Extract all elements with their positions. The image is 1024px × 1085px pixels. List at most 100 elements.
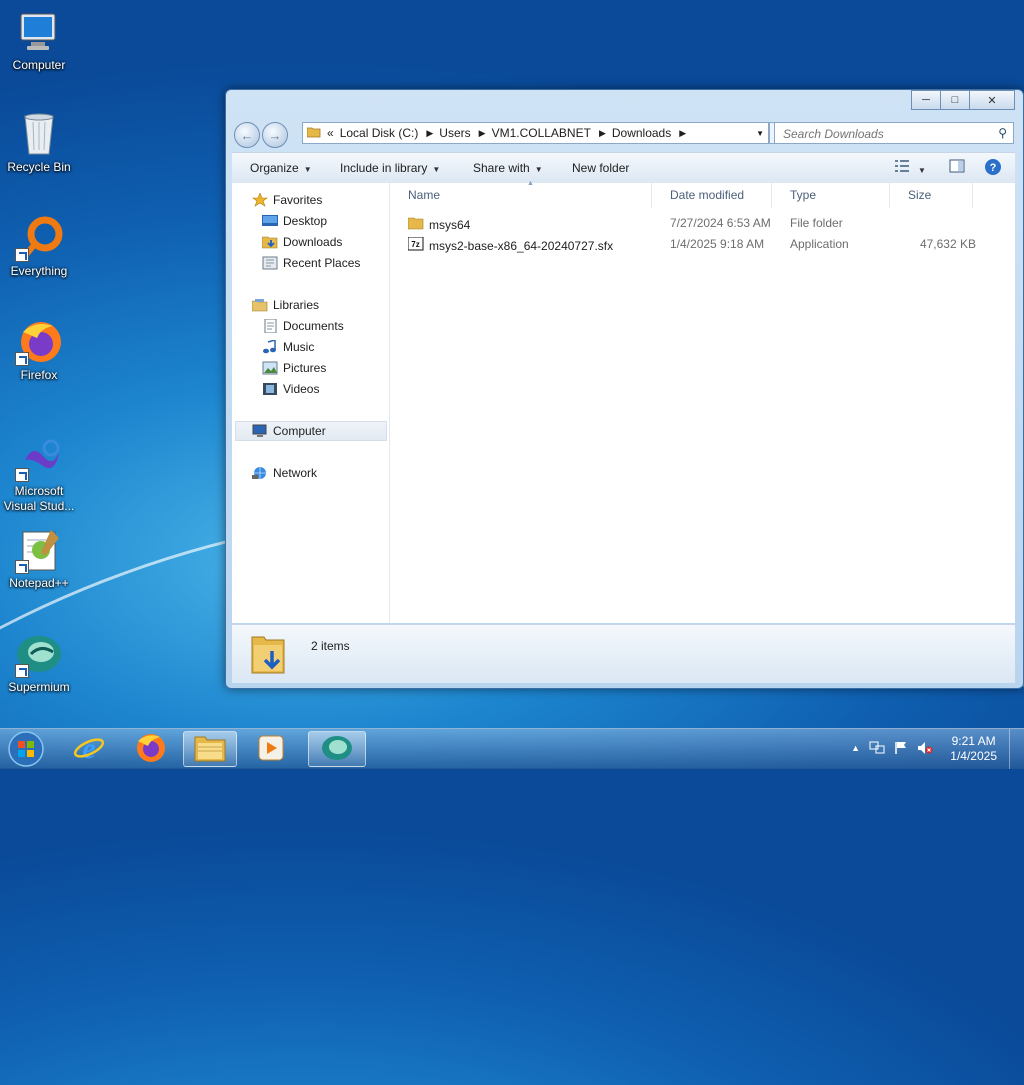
desktop-icon-label: Computer xyxy=(12,58,66,72)
libraries-icon xyxy=(251,298,268,312)
folder-icon xyxy=(407,216,424,233)
desktop-icon-label: Notepad++ xyxy=(9,576,69,590)
supermium-icon xyxy=(321,734,353,765)
file-type: File folder xyxy=(790,216,843,230)
taskbar-internet-explorer[interactable]: e xyxy=(62,731,116,767)
media-player-icon xyxy=(256,733,286,766)
desktop-icon-supermium[interactable]: Supermium xyxy=(0,630,78,695)
desktop-icon-computer[interactable]: Computer xyxy=(0,8,78,73)
pictures-icon xyxy=(262,361,278,375)
back-button[interactable]: ← xyxy=(234,122,260,148)
address-dropdown-icon[interactable]: ▼ xyxy=(756,129,764,138)
nav-item-pictures[interactable]: Pictures xyxy=(262,361,326,375)
help-button[interactable]: ? xyxy=(984,158,1002,179)
taskbar-media-player[interactable] xyxy=(244,731,298,767)
desktop-icon-visual-studio[interactable]: Microsoft Visual Stud... xyxy=(0,434,78,514)
shortcut-arrow-icon xyxy=(15,664,29,678)
desktop-icon-label: Recycle Bin xyxy=(7,160,71,174)
desktop-icon-notepad-plus-plus[interactable]: Notepad++ xyxy=(0,526,78,591)
internet-explorer-icon: e xyxy=(73,732,105,767)
clock-date: 1/4/2025 xyxy=(950,749,997,763)
maximize-button[interactable]: □ xyxy=(940,90,970,110)
desktop-icon-everything[interactable]: Everything xyxy=(0,214,78,279)
file-date: 1/4/2025 9:18 AM xyxy=(670,237,765,251)
search-icon[interactable]: ⚲ xyxy=(998,126,1007,140)
videos-icon xyxy=(262,382,278,396)
shortcut-arrow-icon xyxy=(15,248,29,262)
maximize-icon: □ xyxy=(951,94,959,106)
network-icon xyxy=(252,466,268,480)
desktop-icon-firefox[interactable]: Firefox xyxy=(0,318,78,383)
close-icon: ✕ xyxy=(987,94,997,107)
include-in-library-button[interactable]: Include in library ▼ xyxy=(340,161,440,175)
desktop-icon-label: Supermium xyxy=(8,680,70,694)
forward-button[interactable]: → xyxy=(262,122,288,148)
address-segment-users[interactable]: Users xyxy=(439,126,470,140)
file-type: Application xyxy=(790,237,849,251)
window-body: Favorites Desktop Downloads Recent Place… xyxy=(232,180,1015,623)
nav-computer-label[interactable]: Computer xyxy=(252,424,326,438)
preview-pane-button[interactable] xyxy=(949,159,965,176)
desktop-icon-recycle-bin[interactable]: Recycle Bin xyxy=(0,110,78,175)
chevron-down-icon: ▼ xyxy=(303,165,312,174)
desktop-icon-label: Microsoft Visual Stud... xyxy=(3,484,75,513)
start-button[interactable] xyxy=(0,731,52,767)
breadcrumb-arrow-icon[interactable]: ▶ xyxy=(599,128,606,139)
desktop-icon-label: Everything xyxy=(10,264,68,278)
nav-item-downloads[interactable]: Downloads xyxy=(261,235,342,249)
system-clock[interactable]: 9:21 AM 1/4/2025 xyxy=(950,734,997,764)
navigation-bar: ← → « Local Disk (C:) ▶ Users ▶ VM1.COLLAB… xyxy=(234,120,1015,148)
file-name: msys2-base-x86_64-20240727.sfx xyxy=(429,238,614,253)
breadcrumb-arrow-icon[interactable]: ▶ xyxy=(479,128,486,139)
firefox-icon xyxy=(15,318,63,366)
nav-item-documents[interactable]: Documents xyxy=(262,318,344,334)
nav-network[interactable]: Network xyxy=(252,466,317,480)
downloads-folder-icon xyxy=(261,235,278,249)
file-row[interactable]: 7z msys2-base-x86_64-20240727.sfx 1/4/20… xyxy=(407,234,998,254)
volume-muted-icon[interactable] xyxy=(917,741,933,758)
search-box[interactable]: ⚲ xyxy=(774,122,1014,144)
taskbar-file-explorer[interactable] xyxy=(183,731,237,767)
taskbar-supermium[interactable] xyxy=(308,731,366,767)
address-overflow[interactable]: « xyxy=(327,126,334,140)
chevron-down-icon: ▼ xyxy=(534,165,543,174)
address-folder-icon xyxy=(306,126,321,141)
taskbar-firefox[interactable] xyxy=(123,731,177,767)
nav-item-recent-places[interactable]: Recent Places xyxy=(262,256,360,270)
breadcrumb-arrow-icon[interactable]: ▶ xyxy=(679,128,686,139)
organize-button[interactable]: Organize ▼ xyxy=(250,161,312,175)
nav-item-music[interactable]: Music xyxy=(262,339,314,354)
share-with-button[interactable]: Share with ▼ xyxy=(473,161,543,175)
address-bar[interactable]: « Local Disk (C:) ▶ Users ▶ VM1.COLLABNET ▶… xyxy=(302,122,769,144)
address-segment-downloads[interactable]: Downloads xyxy=(612,126,671,140)
minimize-icon: ─ xyxy=(922,94,930,106)
nav-item-videos[interactable]: Videos xyxy=(262,382,319,396)
column-header-type[interactable]: Type xyxy=(772,183,890,208)
recycle-bin-icon xyxy=(15,110,63,158)
computer-icon xyxy=(252,424,268,438)
network-status-icon[interactable] xyxy=(869,741,885,758)
column-header-size[interactable]: Size xyxy=(890,183,973,208)
action-center-flag-icon[interactable] xyxy=(894,741,908,758)
star-icon xyxy=(252,192,268,207)
column-header-date[interactable]: Date modified xyxy=(652,183,772,208)
recent-places-icon xyxy=(262,256,278,270)
nav-item-desktop[interactable]: Desktop xyxy=(262,214,327,228)
column-header-name[interactable]: Name xyxy=(390,183,652,208)
svg-text:7z: 7z xyxy=(411,240,419,249)
address-segment-local-disk[interactable]: Local Disk (C:) xyxy=(340,126,419,140)
breadcrumb-arrow-icon[interactable]: ▶ xyxy=(426,128,433,139)
new-folder-button[interactable]: New folder xyxy=(572,161,629,175)
show-hidden-icons-button[interactable]: ▲ xyxy=(851,743,860,753)
search-input[interactable] xyxy=(781,124,990,144)
forward-arrow-icon: → xyxy=(268,127,282,143)
view-options-button[interactable]: ▼ xyxy=(894,159,926,176)
address-segment-vm1[interactable]: VM1.COLLABNET xyxy=(492,126,591,140)
sort-indicator-icon: ▲ xyxy=(527,180,534,187)
nav-libraries[interactable]: Libraries xyxy=(251,298,319,312)
file-row[interactable]: msys64 7/27/2024 6:53 AM File folder xyxy=(407,213,998,233)
minimize-button[interactable]: ─ xyxy=(911,90,941,110)
nav-favorites[interactable]: Favorites xyxy=(252,192,322,207)
show-desktop-button[interactable] xyxy=(1009,729,1024,769)
close-button[interactable]: ✕ xyxy=(969,90,1015,110)
